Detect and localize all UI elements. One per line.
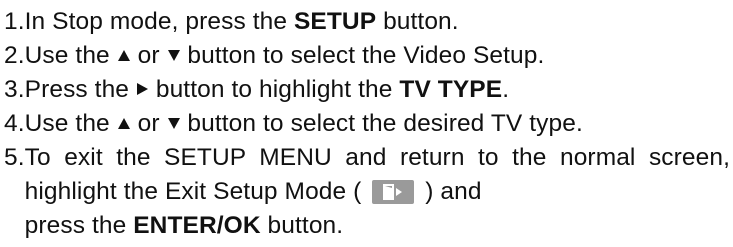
- step-number: 1.: [4, 8, 25, 35]
- step-text-part: button.: [260, 212, 344, 239]
- instruction-list: 1. In Stop mode, press the SETUP button.…: [4, 5, 730, 243]
- step-text-part: press the: [24, 212, 134, 239]
- step-text-part: Use the: [24, 42, 117, 69]
- right-triangle-icon: [136, 83, 148, 95]
- step-number: 3.: [4, 76, 25, 103]
- step-text: In Stop mode, press the SETUP button.: [25, 5, 730, 39]
- step-2: 2. Use the or button to select the Video…: [4, 39, 730, 73]
- step-text-part: button to select the desired TV type.: [180, 110, 583, 137]
- step-text-part: ) and: [418, 178, 482, 205]
- down-triangle-icon: [167, 50, 180, 61]
- step-number: 2.: [4, 42, 25, 69]
- step-text: Use the or button to select the desired …: [25, 107, 730, 141]
- up-triangle-icon: [117, 118, 130, 129]
- down-triangle-icon: [167, 118, 180, 129]
- step-text-part: button.: [376, 8, 459, 35]
- step-text: To exit the SETUP MENU and return to the…: [25, 141, 730, 243]
- step-text-part: button to select the Video Setup.: [180, 42, 545, 69]
- step-number: 5.: [4, 144, 25, 171]
- step-text-part: Press the: [24, 76, 136, 103]
- step-3: 3. Press the button to highlight the TV …: [4, 73, 730, 107]
- step-text-part: Use the: [24, 110, 117, 137]
- enter-ok-button-label: ENTER/OK: [133, 212, 261, 239]
- step-5: 5. To exit the SETUP MENU and return to …: [4, 141, 730, 243]
- step-text-part: .: [502, 76, 510, 103]
- setup-button-label: SETUP: [293, 8, 377, 35]
- step-text: Press the button to highlight the TV TYP…: [25, 73, 730, 107]
- step-number: 4.: [4, 110, 25, 137]
- tv-type-label: TV TYPE: [399, 76, 503, 103]
- up-triangle-icon: [117, 50, 130, 61]
- step-text: Use the or button to select the Video Se…: [25, 39, 730, 73]
- step-text-part: button to highlight the: [148, 76, 400, 103]
- step-1: 1. In Stop mode, press the SETUP button.: [4, 5, 730, 39]
- step-text-part: or: [130, 110, 167, 137]
- step-text-part: In Stop mode, press the: [24, 8, 294, 35]
- exit-door-icon: [372, 180, 415, 204]
- step-text-part: or: [130, 42, 167, 69]
- step-4: 4. Use the or button to select the desir…: [4, 107, 730, 141]
